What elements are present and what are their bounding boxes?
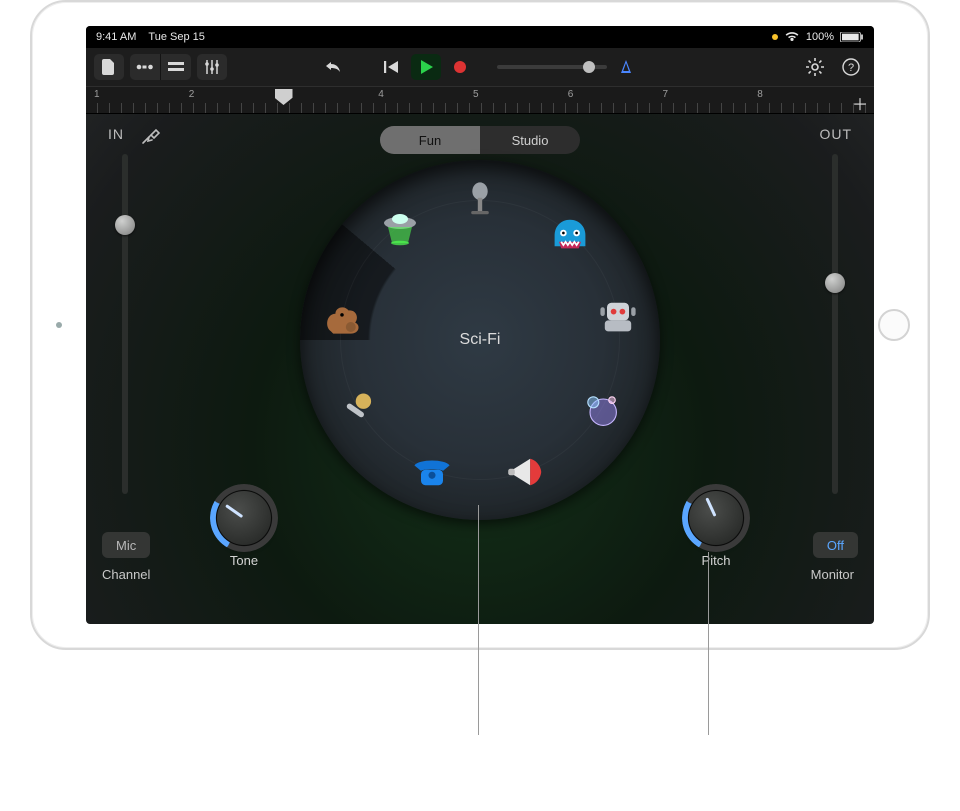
pitch-knob-arc	[682, 484, 750, 552]
voice-wheel[interactable]: Sci-Fi	[300, 160, 660, 520]
main-area: Fun Studio IN OUT Tone	[86, 114, 874, 624]
transport-controls	[319, 54, 641, 80]
segment-fun[interactable]: Fun	[380, 126, 480, 154]
help-icon: ?	[842, 58, 860, 76]
battery-icon	[840, 32, 864, 42]
voice-bullhorn[interactable]	[500, 444, 556, 500]
callout-line-wheel	[478, 505, 479, 735]
document-icon	[102, 59, 116, 75]
status-left: 9:41 AM Tue Sep 15	[96, 31, 205, 43]
location-dot-icon	[772, 34, 778, 40]
pitch-knob[interactable]	[688, 490, 744, 546]
toolbar-right: ?	[800, 54, 866, 80]
voice-gold-mic[interactable]	[331, 382, 387, 438]
browser-icon	[136, 61, 154, 73]
ruler-tick: 1	[94, 89, 100, 115]
ruler-tick: 6	[568, 89, 574, 115]
status-bar: 9:41 AM Tue Sep 15 100%	[86, 26, 874, 48]
voice-bubbles[interactable]	[573, 382, 629, 438]
monitor-toggle[interactable]: Off	[813, 532, 858, 558]
wifi-icon	[784, 31, 800, 43]
ruler-tick: 8	[757, 89, 763, 115]
input-label: IN	[108, 126, 124, 142]
battery-percent: 100%	[806, 31, 834, 43]
gear-icon	[806, 58, 824, 76]
segment-studio[interactable]: Studio	[480, 126, 580, 154]
input-level-slider[interactable]	[122, 154, 128, 494]
master-volume-slider[interactable]	[497, 65, 607, 69]
rewind-button[interactable]	[377, 54, 407, 80]
channel-label: Channel	[102, 567, 150, 582]
browser-button[interactable]	[130, 54, 161, 80]
mic-channel-chip[interactable]: Mic	[102, 532, 150, 558]
record-button[interactable]	[445, 54, 475, 80]
tracks-button[interactable]	[161, 54, 191, 80]
help-button[interactable]: ?	[836, 54, 866, 80]
ruler-tick: 2	[189, 89, 195, 115]
settings-button[interactable]	[800, 54, 830, 80]
play-button[interactable]	[411, 54, 441, 80]
voice-ufo[interactable]	[372, 197, 428, 253]
ipad-frame: 9:41 AM Tue Sep 15 100%	[30, 0, 930, 650]
voice-microphone[interactable]	[452, 172, 508, 228]
ruler-tick: 4	[378, 89, 384, 115]
undo-icon	[325, 60, 343, 74]
voice-mode-segment[interactable]: Fun Studio	[380, 126, 580, 154]
voice-squirrel[interactable]	[314, 288, 370, 344]
sliders-icon	[205, 60, 219, 74]
output-level-slider[interactable]	[832, 154, 838, 494]
rewind-icon	[384, 60, 400, 74]
tone-knob-label: Tone	[214, 553, 274, 568]
input-plug-icon[interactable]	[140, 124, 162, 151]
toolbar: ?	[86, 48, 874, 86]
status-date: Tue Sep 15	[148, 31, 204, 43]
svg-text:?: ?	[848, 62, 854, 74]
ruler-tick: 5	[473, 89, 479, 115]
play-icon	[419, 60, 433, 74]
tone-knob-arc	[210, 484, 278, 552]
ruler-subticks	[86, 103, 874, 113]
track-controls-button[interactable]	[197, 54, 227, 80]
add-section-button[interactable]: ＋	[852, 91, 868, 115]
undo-button[interactable]	[319, 54, 349, 80]
record-icon	[453, 60, 467, 74]
output-label: OUT	[819, 126, 852, 142]
voice-telephone[interactable]	[404, 444, 460, 500]
metronome-button[interactable]	[611, 54, 641, 80]
home-button[interactable]	[878, 309, 910, 341]
pitch-knob-label: Pitch	[686, 553, 746, 568]
status-right: 100%	[772, 31, 864, 43]
status-time: 9:41 AM	[96, 31, 136, 43]
monitor-label: Monitor	[811, 567, 854, 582]
tracks-icon	[168, 61, 184, 73]
voice-robot[interactable]	[590, 288, 646, 344]
front-camera	[56, 322, 62, 328]
screen: 9:41 AM Tue Sep 15 100%	[86, 26, 874, 624]
my-songs-button[interactable]	[94, 54, 124, 80]
voice-monster[interactable]	[542, 205, 598, 261]
metronome-icon	[618, 59, 634, 75]
ruler-tick: 7	[663, 89, 669, 115]
callout-line-pitch	[708, 552, 709, 735]
timeline-ruler[interactable]: ＋ 12345678	[86, 86, 874, 114]
tone-knob[interactable]	[216, 490, 272, 546]
view-toggle	[130, 54, 191, 80]
